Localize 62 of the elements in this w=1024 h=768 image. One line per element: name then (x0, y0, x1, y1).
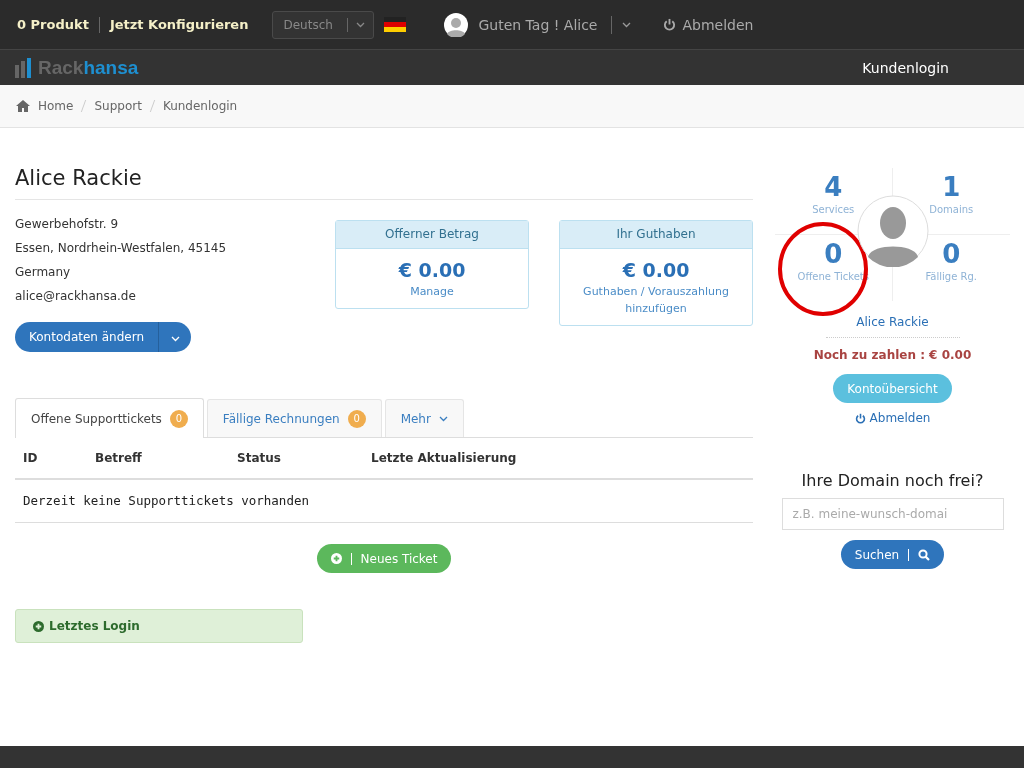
stat-label: Domains (929, 204, 974, 215)
caret-icon (170, 335, 180, 342)
language-select[interactable]: Deutsch (272, 10, 375, 39)
column-header[interactable]: ID (23, 451, 38, 465)
stat-label: Fällige Rg. (925, 271, 977, 282)
tab-label: Fällige Rechnungen (222, 411, 340, 426)
stat-value[interactable]: 0 (824, 239, 843, 269)
panel-title: Offerner Betrag (336, 221, 528, 249)
stat-value[interactable]: 0 (942, 239, 961, 269)
user-name-link[interactable]: Alice Rackie (825, 315, 960, 338)
home-icon (16, 100, 30, 112)
chevron-icon (438, 415, 448, 422)
address-line: Gewerbehofstr. 9 (15, 216, 120, 233)
stat-value[interactable]: 4 (824, 172, 843, 202)
avatar-icon[interactable] (444, 12, 469, 37)
search-button[interactable]: Suchen (840, 540, 945, 569)
tab[interactable]: Fällige Rechnungen 0 (206, 399, 382, 437)
column-header[interactable]: Letzte Aktualisierung (371, 451, 517, 465)
panel-title: Letztes Login (49, 619, 140, 633)
plus-circle-icon (330, 553, 342, 564)
last-login-panel[interactable]: Letztes Login (15, 609, 303, 643)
stat-label: Services (812, 204, 855, 215)
breadcrumb-link[interactable]: Support (94, 99, 142, 113)
tab[interactable]: Offene Supporttickets 0 (15, 398, 204, 438)
address-line: alice@rackhansa.de (15, 288, 137, 305)
amount-due: Noch zu zahlen : € 0.00 (813, 348, 972, 362)
domain-field[interactable]: z.B. meine-wunsch-domai (781, 498, 1004, 530)
count-badge: 0 (347, 409, 366, 428)
panel-link[interactable]: Manage (344, 283, 520, 300)
chevron-icon[interactable] (622, 21, 632, 28)
panel-title: Ihr Guthaben (560, 221, 752, 249)
tab-label: Offene Supporttickets (31, 411, 162, 426)
domain-search-heading: Ihre Domain noch frei? (801, 471, 984, 490)
breadcrumb-link[interactable]: Kundenlogin (162, 99, 238, 113)
chevron-icon (356, 21, 366, 28)
dropdown-toggle-button[interactable] (159, 322, 192, 352)
cart-link[interactable]: 0 Produkt (17, 17, 89, 32)
amount: € 0.00 (397, 259, 467, 281)
panel-link[interactable]: Guthaben / Vorauszahlung hinzufügen (568, 283, 744, 317)
configure-link[interactable]: Jetzt Konfigurieren (109, 17, 249, 32)
power-icon (663, 18, 677, 31)
flag-icon[interactable] (384, 17, 407, 32)
power-icon (854, 412, 866, 424)
empty-message: Derzeit keine Supporttickets vorhanden (15, 480, 753, 523)
nav-link[interactable]: Kundenlogin (862, 59, 949, 76)
tab-label: Mehr (400, 411, 431, 426)
plus-circle-icon (33, 620, 44, 632)
logout-link[interactable]: Abmelden (854, 411, 931, 425)
column-header[interactable]: Betreff (95, 451, 142, 465)
page-heading: Alice Rackie (15, 166, 753, 200)
user-menu[interactable]: Guten Tag ! Alice (478, 16, 598, 33)
search-icon (918, 548, 931, 561)
edit-account-button[interactable]: Kontodaten ändern (15, 322, 160, 352)
tab[interactable]: Mehr (384, 399, 464, 437)
breadcrumb-link[interactable]: Home (38, 99, 74, 113)
column-header[interactable]: Status (237, 451, 281, 465)
count-badge: 0 (169, 409, 188, 428)
address-line: Germany (15, 264, 72, 281)
stat-value[interactable]: 1 (942, 172, 961, 202)
address-line: Essen, Nordrhein-Westfalen, 45145 (15, 240, 228, 257)
amount: € 0.00 (621, 259, 691, 281)
logout-link[interactable]: Abmelden (663, 16, 754, 33)
